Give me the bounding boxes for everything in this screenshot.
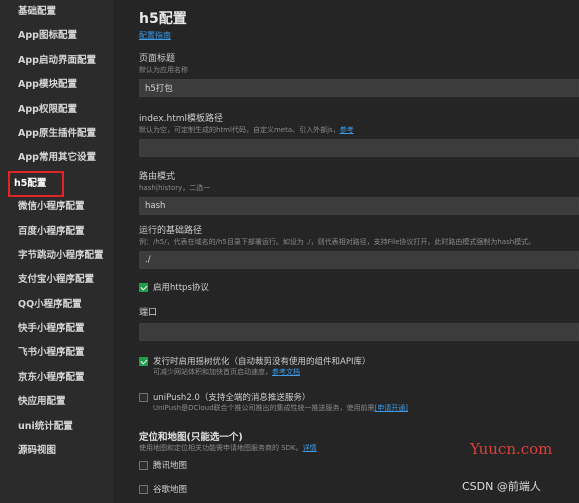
treeshaking-desc-text: 可减少网站体积和加快首页启动速度， [153,368,272,376]
tencent-map-option[interactable]: 腾讯地图 [139,459,579,471]
google-map-checkbox[interactable] [139,484,148,494]
port-input[interactable] [139,323,579,341]
template-path-label: index.html模板路径 [139,114,223,124]
sidebar-item-basic[interactable]: 基础配置 [0,0,114,24]
csdn-watermark: CSDN @前端人 [462,480,541,493]
tencent-map-label: 腾讯地图 [153,461,188,471]
port-label: 端口 [139,308,158,318]
config-guide-link[interactable]: 配置指南 [139,30,579,41]
page-title-field: 页面标题 默认为应用名称 [139,53,579,97]
base-path-field: 运行的基础路径 例：/h5/，代表在域名的/h5目录下部署运行。如设为 ./，则… [139,225,579,269]
base-path-label: 运行的基础路径 [139,226,203,236]
page-title-input[interactable] [139,79,579,97]
unipush-label: uniPush2.0（支持全端的消息推送服务） [153,393,311,403]
location-map-detail-link[interactable]: 详情 [303,444,317,452]
tencent-map-checkbox[interactable] [139,460,148,470]
sidebar-item-app-native-plugins[interactable]: App原生插件配置 [0,122,114,146]
h5-config-panel: h5配置 配置指南 页面标题 默认为应用名称 index.html模板路径 默认… [115,0,579,503]
sidebar-nav: 基础配置 App图标配置 App启动界面配置 App模块配置 App权限配置 A… [0,0,114,463]
https-option[interactable]: 启用https协议 [139,281,579,293]
router-mode-input[interactable] [139,197,579,215]
sidebar-item-app-other-settings[interactable]: App常用其它设置 [0,146,114,170]
treeshaking-doc-link[interactable]: 参考文档 [272,368,300,376]
sidebar-item-h5-label: h5配置 [8,170,65,197]
sidebar-item-feishu-mp[interactable]: 飞书小程序配置 [0,341,114,365]
sidebar-item-quickapp[interactable]: 快应用配置 [0,390,114,414]
port-field: 端口 [139,307,579,341]
sidebar-item-bytedance-mp[interactable]: 字节跳动小程序配置 [0,244,114,268]
sidebar-item-jd-mp[interactable]: 京东小程序配置 [0,366,114,390]
google-map-label: 谷歌地图 [153,485,188,495]
base-path-input[interactable] [139,251,579,269]
sidebar-item-qq-mp[interactable]: QQ小程序配置 [0,293,114,317]
base-path-desc: 例：/h5/，代表在域名的/h5目录下部署运行。如设为 ./，则代表相对路径，支… [139,238,536,246]
treeshaking-desc: 可减少网站体积和加快首页启动速度，参考文档 [153,367,579,377]
unipush-option[interactable]: uniPush2.0（支持全端的消息推送服务） [139,391,579,403]
sidebar: 基础配置 App图标配置 App启动界面配置 App模块配置 App权限配置 A… [0,0,115,503]
unipush-desc: UniPush是DCloud联合个推公司推出的集成性统一推送服务，使用前需[申请… [153,403,579,413]
router-mode-field: 路由模式 hash|history，二选一 [139,171,579,215]
unipush-desc-text: UniPush是DCloud联合个推公司推出的集成性统一推送服务，使用前需 [153,404,375,412]
sidebar-item-app-permissions[interactable]: App权限配置 [0,98,114,122]
sidebar-item-kuaishou-mp[interactable]: 快手小程序配置 [0,317,114,341]
treeshaking-label: 发行时启用摇树优化（自动裁剪没有使用的组件和API库） [153,357,371,367]
location-map-desc-text: 使用地图和定位相关功能需申请地图服务商的 SDK。 [139,444,303,452]
template-path-desc-text: 默认为空，可定制生成的html代码，自定义meta、引入外部js， [139,126,340,134]
sidebar-item-source-view[interactable]: 源码视图 [0,439,114,463]
sidebar-item-alipay-mp[interactable]: 支付宝小程序配置 [0,268,114,292]
sidebar-item-app-icon[interactable]: App图标配置 [0,24,114,48]
sidebar-item-app-modules[interactable]: App模块配置 [0,73,114,97]
sidebar-item-uni-stat[interactable]: uni统计配置 [0,415,114,439]
template-path-field: index.html模板路径 默认为空，可定制生成的html代码，自定义meta… [139,113,579,157]
page-title: h5配置 [139,11,187,27]
unipush-checkbox[interactable] [139,392,148,402]
router-mode-desc: hash|history，二选一 [139,184,211,192]
settings-window: 基础配置 App图标配置 App启动界面配置 App模块配置 App权限配置 A… [0,0,579,503]
template-path-ref-link[interactable]: 参考 [340,126,354,134]
page-title-label: 页面标题 [139,54,176,64]
treeshaking-checkbox[interactable] [139,356,148,366]
https-checkbox[interactable] [139,282,148,292]
router-mode-label: 路由模式 [139,172,176,182]
sidebar-item-app-splash[interactable]: App启动界面配置 [0,49,114,73]
unipush-apply-link[interactable]: [申请开通] [375,404,408,412]
sidebar-item-h5[interactable]: h5配置 [0,170,114,197]
treeshaking-option[interactable]: 发行时启用摇树优化（自动裁剪没有使用的组件和API库） [139,355,579,367]
https-label: 启用https协议 [153,283,209,293]
template-path-input[interactable] [139,139,579,157]
template-path-desc: 默认为空，可定制生成的html代码，自定义meta、引入外部js，参考 [139,125,579,135]
page-title-desc: 默认为应用名称 [139,66,188,74]
site-watermark: Yuucn.com [470,440,553,458]
sidebar-item-baidu-mp[interactable]: 百度小程序配置 [0,220,114,244]
sidebar-item-weixin-mp[interactable]: 微信小程序配置 [0,195,114,219]
